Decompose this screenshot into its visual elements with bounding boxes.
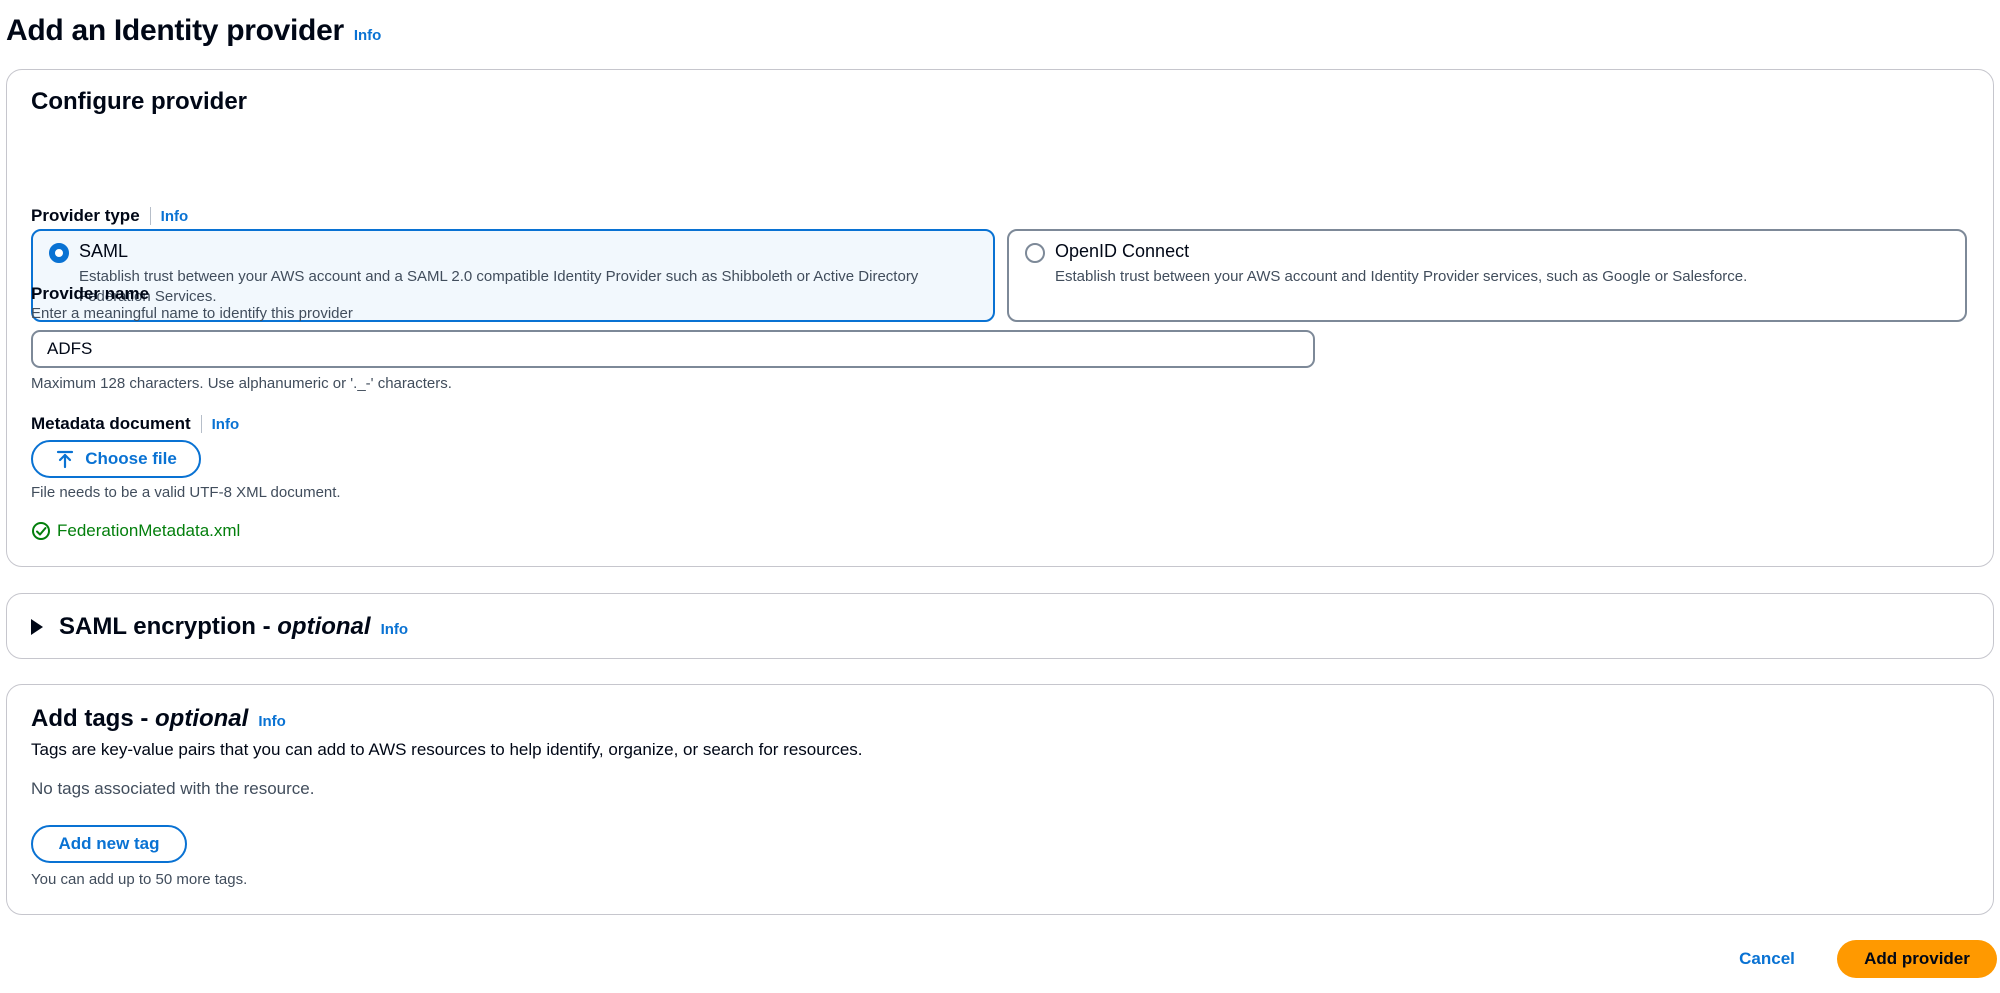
oidc-title: OpenID Connect — [1055, 241, 1190, 261]
oidc-radio[interactable] — [1025, 243, 1045, 263]
page-title: Add an Identity provider — [6, 14, 344, 47]
cancel-button[interactable]: Cancel — [1712, 940, 1822, 978]
upload-icon — [57, 450, 74, 469]
label-divider — [149, 207, 151, 225]
uploaded-file-name: FederationMetadata.xml — [57, 521, 241, 540]
metadata-info-link[interactable]: Info — [212, 416, 240, 433]
page-header: Add an Identity provider Info — [6, 14, 381, 48]
provider-name-constraint: Maximum 128 characters. Use alphanumeric… — [31, 375, 452, 392]
saml-encryption-container: SAML encryption - optional Info — [6, 593, 1994, 659]
saml-description: Establish trust between your AWS account… — [79, 268, 919, 305]
add-tags-description: Tags are key-value pairs that you can ad… — [31, 740, 863, 759]
add-tags-info-link[interactable]: Info — [258, 713, 286, 730]
status-positive-icon — [32, 522, 50, 540]
provider-name-description: Enter a meaningful name to identify this… — [31, 305, 353, 322]
metadata-document-label: Metadata document Info — [31, 414, 239, 434]
provider-type-info-link[interactable]: Info — [161, 208, 189, 225]
label-divider — [200, 415, 202, 433]
saml-encryption-info-link[interactable]: Info — [381, 621, 409, 638]
page: Add an Identity provider Info Configure … — [0, 0, 2000, 993]
provider-type-oidc-tile[interactable]: OpenID Connect Establish trust between y… — [1007, 229, 1967, 322]
metadata-document-label-text: Metadata document — [31, 414, 191, 433]
saml-title: SAML — [79, 241, 129, 261]
saml-radio[interactable] — [49, 243, 69, 263]
saml-encryption-expander[interactable]: SAML encryption - optional Info — [31, 613, 408, 641]
metadata-constraint: File needs to be a valid UTF-8 XML docum… — [31, 484, 341, 501]
configure-provider-title: Configure provider — [31, 88, 248, 115]
page-info-link[interactable]: Info — [354, 27, 382, 44]
add-new-tag-button[interactable]: Add new tag — [31, 825, 187, 863]
choose-file-label: Choose file — [85, 449, 177, 468]
provider-name-label: Provider name — [31, 284, 150, 303]
caret-right-icon — [31, 619, 43, 635]
add-tags-container: Add tags - optional Info Tags are key-va… — [6, 684, 1994, 915]
add-tags-header: Add tags - optional Info — [31, 705, 286, 733]
no-tags-message: No tags associated with the resource. — [31, 779, 315, 798]
add-tags-title: Add tags - optional — [31, 705, 249, 732]
tags-limit-hint: You can add up to 50 more tags. — [31, 871, 248, 888]
provider-type-label-text: Provider type — [31, 206, 140, 225]
oidc-description: Establish trust between your AWS account… — [1055, 268, 1748, 285]
saml-encryption-title: SAML encryption - optional — [59, 613, 371, 640]
provider-name-input[interactable] — [31, 330, 1315, 368]
add-provider-button[interactable]: Add provider — [1837, 940, 1997, 978]
uploaded-file-status: FederationMetadata.xml — [31, 521, 240, 541]
choose-file-button[interactable]: Choose file — [31, 440, 201, 478]
provider-type-label: Provider type Info — [31, 206, 188, 226]
configure-provider-container: Configure provider Provider type Info SA… — [6, 69, 1994, 567]
